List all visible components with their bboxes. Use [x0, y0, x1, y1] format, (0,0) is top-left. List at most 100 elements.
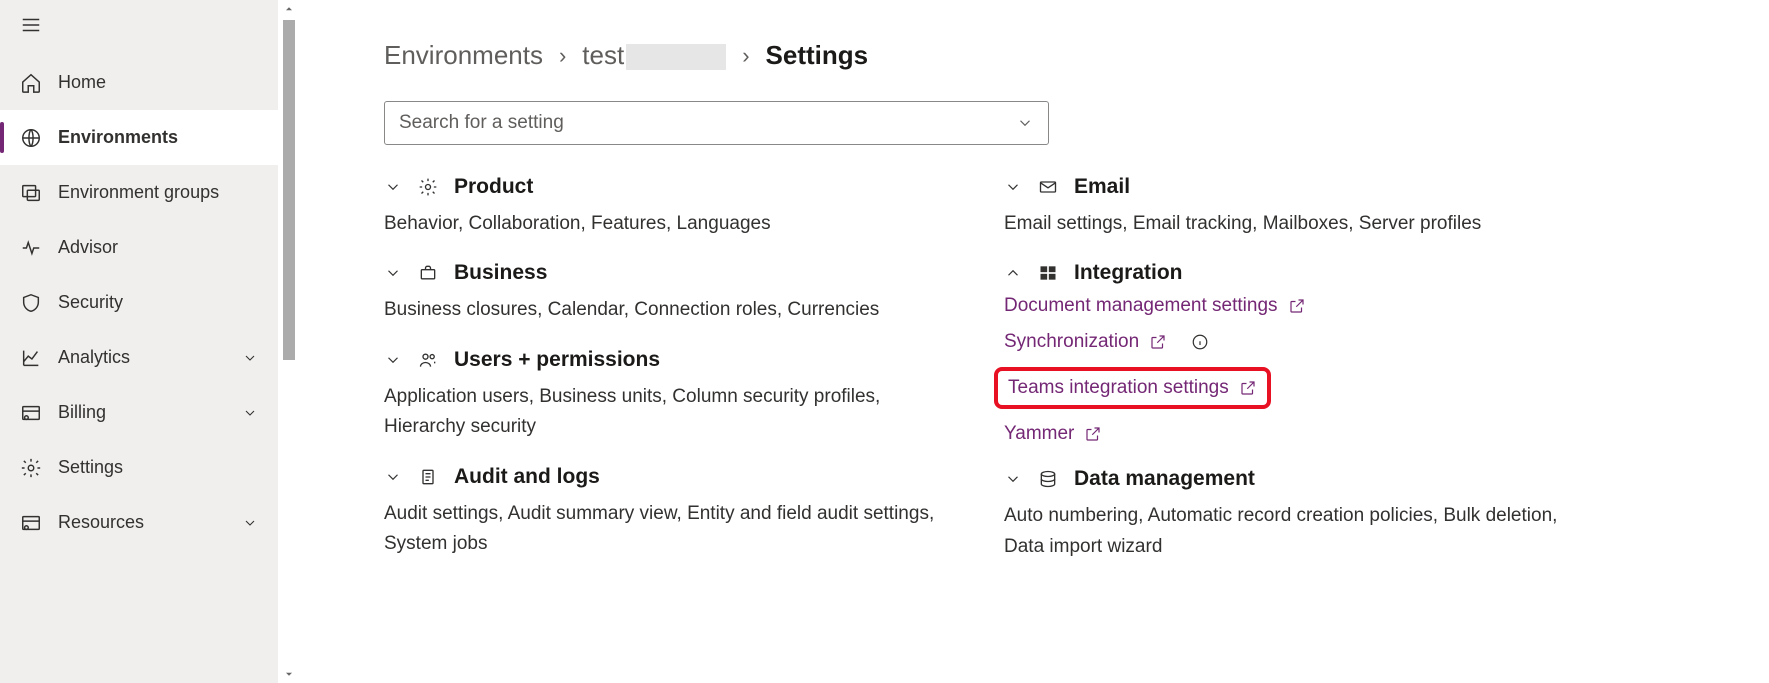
settings-left-column: Product Behavior, Collaboration, Feature…	[384, 175, 944, 584]
open-external-icon	[1149, 333, 1167, 351]
billing-icon	[20, 402, 42, 424]
sidebar-item-security[interactable]: Security	[0, 275, 278, 330]
breadcrumb-root[interactable]: Environments	[384, 40, 543, 71]
link-document-management[interactable]: Document management settings	[1004, 295, 1564, 317]
section-header-users[interactable]: Users + permissions	[384, 348, 944, 372]
sidebar-item-home[interactable]: Home	[0, 55, 278, 110]
link-label: Synchronization	[1004, 331, 1139, 353]
sidebar-item-environments[interactable]: Environments	[0, 110, 278, 165]
sidebar-item-advisor[interactable]: Advisor	[0, 220, 278, 275]
chevron-down-icon	[242, 515, 258, 531]
chevron-down-icon	[1004, 178, 1022, 196]
windows-icon	[1038, 263, 1058, 283]
redacted-text	[626, 44, 726, 70]
section-business: Business Business closures, Calendar, Co…	[384, 261, 944, 325]
mail-icon	[1038, 177, 1058, 197]
sidebar-item-environment-groups[interactable]: Environment groups	[0, 165, 278, 220]
chevron-down-icon	[384, 178, 402, 196]
gear-icon	[418, 177, 438, 197]
section-product: Product Behavior, Collaboration, Feature…	[384, 175, 944, 239]
open-external-icon	[1084, 425, 1102, 443]
sidebar-item-label: Home	[58, 72, 106, 93]
chevron-right-icon: ›	[742, 43, 749, 69]
sidebar-item-resources[interactable]: Resources	[0, 495, 278, 550]
chevron-up-icon	[1004, 264, 1022, 282]
section-subtext: Audit settings, Audit summary view, Enti…	[384, 499, 944, 560]
breadcrumb: Environments › test › Settings	[384, 40, 1729, 71]
hamburger-button[interactable]	[0, 0, 278, 51]
globe-icon	[20, 127, 42, 149]
sidebar-item-label: Advisor	[58, 237, 118, 258]
section-subtext: Business closures, Calendar, Connection …	[384, 295, 944, 325]
search-placeholder: Search for a setting	[399, 112, 564, 134]
chevron-right-icon: ›	[559, 43, 566, 69]
section-header-email[interactable]: Email	[1004, 175, 1564, 199]
main-content: Environments › test › Settings Search fo…	[300, 0, 1769, 683]
section-header-product[interactable]: Product	[384, 175, 944, 199]
section-title: Product	[454, 175, 533, 199]
sidebar-item-label: Billing	[58, 402, 106, 423]
chevron-down-icon	[242, 350, 258, 366]
env-groups-icon	[20, 182, 42, 204]
open-external-icon	[1239, 379, 1257, 397]
section-subtext: Email settings, Email tracking, Mailboxe…	[1004, 209, 1564, 239]
section-header-integration[interactable]: Integration	[1004, 261, 1564, 285]
section-title: Users + permissions	[454, 348, 660, 372]
sidebar-item-label: Environment groups	[58, 182, 219, 203]
shield-icon	[20, 292, 42, 314]
sidebar-item-label: Analytics	[58, 347, 130, 368]
briefcase-icon	[418, 263, 438, 283]
integration-links: Document management settings Synchroniza…	[1004, 295, 1564, 445]
section-audit-logs: Audit and logs Audit settings, Audit sum…	[384, 465, 944, 560]
scroll-up-arrow-icon[interactable]	[278, 0, 300, 18]
sidebar: Home Environments Environment groups Adv…	[0, 0, 278, 683]
scrollbar-thumb[interactable]	[283, 20, 295, 360]
chart-icon	[20, 347, 42, 369]
sidebar-item-label: Settings	[58, 457, 123, 478]
pulse-icon	[20, 237, 42, 259]
section-header-data-management[interactable]: Data management	[1004, 467, 1564, 491]
hamburger-icon	[20, 14, 42, 36]
section-title: Data management	[1074, 467, 1255, 491]
sidebar-item-settings[interactable]: Settings	[0, 440, 278, 495]
section-header-audit[interactable]: Audit and logs	[384, 465, 944, 489]
sidebar-item-label: Environments	[58, 127, 178, 148]
chevron-down-icon	[1016, 114, 1034, 132]
link-label: Document management settings	[1004, 295, 1278, 317]
sidebar-item-analytics[interactable]: Analytics	[0, 330, 278, 385]
chevron-down-icon	[384, 468, 402, 486]
breadcrumb-current: Settings	[766, 40, 869, 71]
chevron-down-icon	[384, 264, 402, 282]
section-title: Business	[454, 261, 547, 285]
sidebar-item-label: Security	[58, 292, 123, 313]
sidebar-item-billing[interactable]: Billing	[0, 385, 278, 440]
link-label: Yammer	[1004, 423, 1074, 445]
sidebar-scrollbar[interactable]	[278, 0, 300, 683]
gear-icon	[20, 457, 42, 479]
settings-search-combobox[interactable]: Search for a setting	[384, 101, 1049, 145]
scroll-down-arrow-icon[interactable]	[278, 665, 300, 683]
people-icon	[418, 350, 438, 370]
section-subtext: Auto numbering, Automatic record creatio…	[1004, 501, 1564, 562]
link-synchronization[interactable]: Synchronization	[1004, 331, 1564, 353]
section-title: Email	[1074, 175, 1130, 199]
section-email: Email Email settings, Email tracking, Ma…	[1004, 175, 1564, 239]
chevron-down-icon	[1004, 470, 1022, 488]
link-teams-integration-settings[interactable]: Teams integration settings	[994, 367, 1271, 409]
section-title: Audit and logs	[454, 465, 600, 489]
breadcrumb-environment[interactable]: test	[582, 40, 726, 71]
settings-right-column: Email Email settings, Email tracking, Ma…	[1004, 175, 1564, 584]
info-icon[interactable]	[1191, 333, 1209, 351]
link-label: Teams integration settings	[1008, 377, 1229, 399]
link-yammer[interactable]: Yammer	[1004, 423, 1564, 445]
chevron-down-icon	[242, 405, 258, 421]
database-icon	[1038, 469, 1058, 489]
section-data-management: Data management Auto numbering, Automati…	[1004, 467, 1564, 562]
home-icon	[20, 72, 42, 94]
section-subtext: Behavior, Collaboration, Features, Langu…	[384, 209, 944, 239]
section-header-business[interactable]: Business	[384, 261, 944, 285]
chevron-down-icon	[384, 351, 402, 369]
open-external-icon	[1288, 297, 1306, 315]
section-subtext: Application users, Business units, Colum…	[384, 382, 944, 443]
sidebar-item-label: Resources	[58, 512, 144, 533]
